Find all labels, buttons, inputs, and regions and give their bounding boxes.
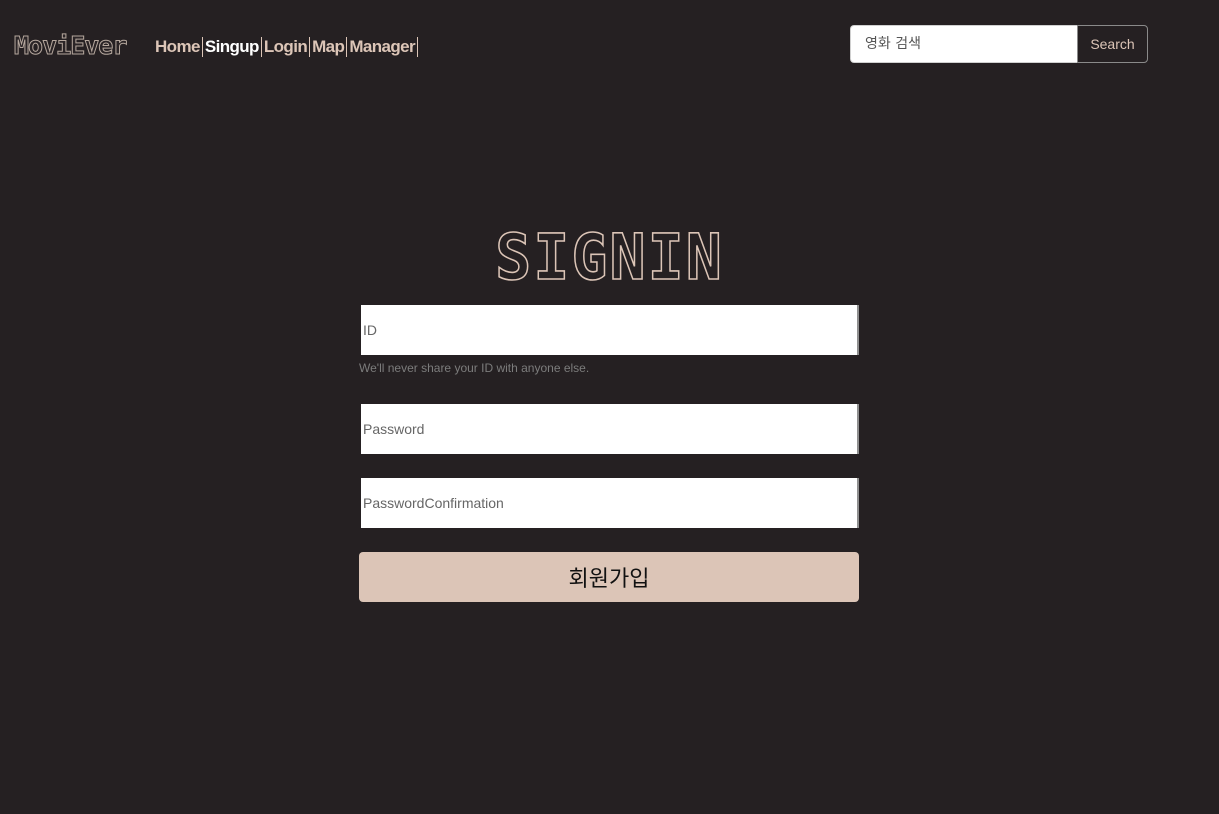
search-input[interactable] [850,25,1077,63]
nav-link-map[interactable]: Map [312,36,345,58]
navbar: MoviEver Home Singup Login Map Manager S… [0,0,1219,95]
password-input[interactable] [361,404,859,454]
id-input[interactable] [361,305,859,355]
search-button[interactable]: Search [1077,25,1148,63]
nav-links: Home Singup Login Map Manager [155,36,420,58]
nav-link-signup[interactable]: Singup [205,36,260,58]
password-confirmation-input[interactable] [361,478,859,528]
nav-divider [346,37,348,57]
nav-divider [260,37,262,57]
nav-link-home[interactable]: Home [155,36,200,58]
brand-logo[interactable]: MoviEver [13,29,127,63]
signup-submit-button[interactable]: 회원가입 [359,552,859,602]
nav-link-manager[interactable]: Manager [349,36,415,58]
id-help-text: We'll never share your ID with anyone el… [359,361,590,375]
nav-divider [309,37,311,57]
nav-divider [417,37,419,57]
page-title: SIGNIN [494,221,724,296]
search-form: Search [850,25,1148,63]
signup-form: We'll never share your ID with anyone el… [359,305,859,602]
nav-divider [201,37,203,57]
nav-link-login[interactable]: Login [264,36,308,58]
